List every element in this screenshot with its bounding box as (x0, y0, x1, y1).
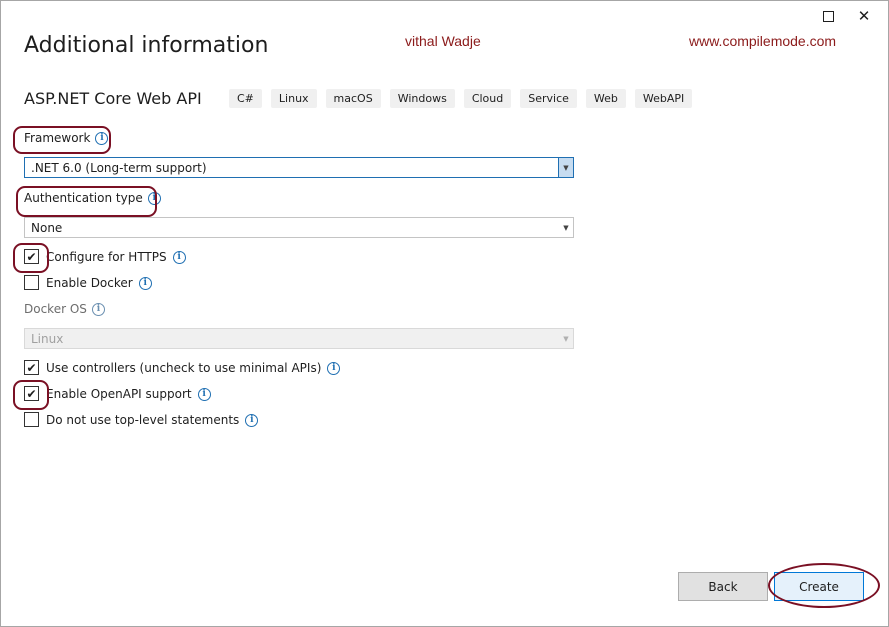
chevron-down-icon[interactable]: ▼ (558, 158, 573, 177)
tag-webapi: WebAPI (634, 89, 693, 108)
framework-value: .NET 6.0 (Long-term support) (31, 160, 207, 175)
info-icon[interactable]: i (138, 276, 152, 290)
tag-cloud: Cloud (463, 89, 512, 108)
create-button[interactable]: Create (774, 572, 864, 601)
enable-docker-checkbox[interactable] (24, 275, 39, 290)
docker-os-value: Linux (31, 331, 64, 346)
info-icon[interactable]: i (95, 131, 109, 145)
use-controllers-label: Use controllers (uncheck to use minimal … (46, 361, 341, 375)
enable-docker-label: Enable Docker i (46, 276, 152, 290)
authentication-type-label: Authentication type i (24, 191, 161, 205)
tag-csharp: C# (229, 89, 262, 108)
watermark-site: www.compilemode.com (689, 33, 837, 49)
info-icon[interactable]: i (172, 250, 186, 264)
enable-openapi-checkbox[interactable]: ✔ (24, 386, 39, 401)
close-button[interactable]: ✕ (849, 3, 879, 29)
maximize-icon (822, 10, 834, 22)
authentication-type-dropdown[interactable]: None ▼ (24, 217, 574, 238)
tag-web: Web (585, 89, 626, 108)
docker-os-label: Docker OS i (24, 302, 105, 316)
use-controllers-checkbox[interactable]: ✔ (24, 360, 39, 375)
configure-https-label: Configure for HTTPS i (46, 250, 186, 264)
page-title: Additional information (24, 33, 269, 58)
maximize-button[interactable] (813, 3, 843, 29)
info-icon[interactable]: i (327, 361, 341, 375)
project-template-name: ASP.NET Core Web API (24, 89, 202, 108)
enable-openapi-label: Enable OpenAPI support i (46, 387, 211, 401)
configure-https-checkbox[interactable]: ✔ (24, 249, 39, 264)
info-icon[interactable]: i (197, 387, 211, 401)
tag-service: Service (520, 89, 577, 108)
framework-dropdown[interactable]: .NET 6.0 (Long-term support) ▼ (24, 157, 574, 178)
info-icon: i (91, 302, 105, 316)
top-level-statements-checkbox[interactable] (24, 412, 39, 427)
watermark-author: vithal Wadje (405, 33, 481, 49)
template-tags: C# Linux macOS Windows Cloud Service Web… (229, 89, 693, 108)
back-button[interactable]: Back (678, 572, 768, 601)
framework-label: Framework i (24, 131, 109, 145)
docker-os-dropdown: Linux ▼ (24, 328, 574, 349)
info-icon[interactable]: i (245, 413, 259, 427)
tag-macos: macOS (325, 89, 381, 108)
tag-linux: Linux (270, 89, 317, 108)
chevron-down-icon[interactable]: ▼ (559, 218, 573, 237)
tag-windows: Windows (389, 89, 455, 108)
chevron-down-icon: ▼ (563, 334, 569, 343)
top-level-statements-label: Do not use top-level statements i (46, 413, 259, 427)
info-icon[interactable]: i (147, 191, 161, 205)
authentication-type-value: None (31, 220, 63, 235)
close-icon: ✕ (857, 6, 871, 25)
